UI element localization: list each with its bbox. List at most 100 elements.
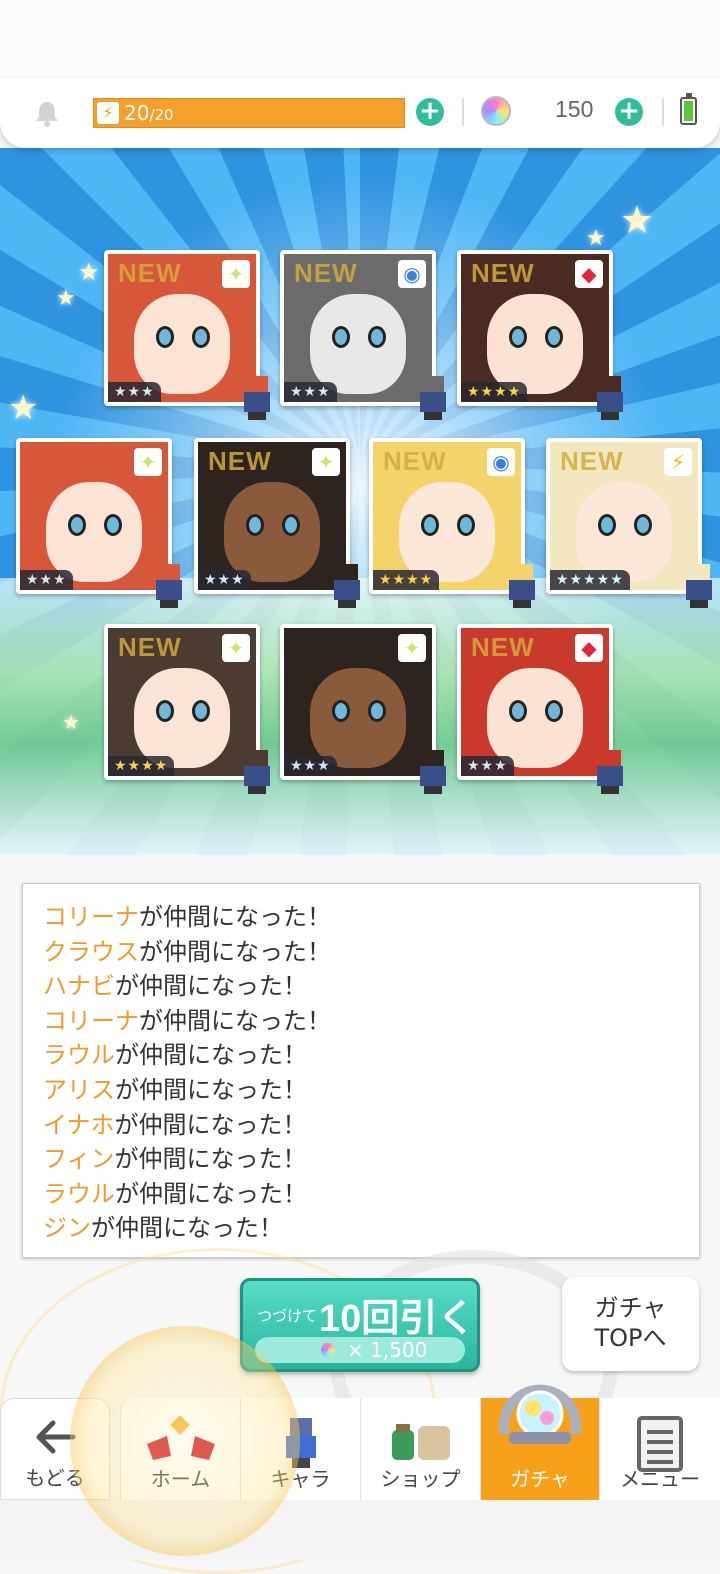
pixel-sprite <box>416 750 450 794</box>
result-card[interactable]: NEW ◉ ★★★ <box>280 250 446 420</box>
rarity-stars: ★★★★ <box>461 382 528 402</box>
result-card[interactable]: NEW ◆ ★★★ <box>457 624 623 794</box>
portrait-eye <box>246 514 264 536</box>
new-badge: NEW <box>560 446 624 476</box>
log-message: が仲間になった！ <box>139 903 331 931</box>
portrait-eye <box>545 326 563 348</box>
pixel-sprite <box>593 376 627 420</box>
rarity-stars: ★★★ <box>20 570 73 590</box>
gacha-top-button[interactable]: ガチャ TOPへ <box>562 1277 699 1371</box>
element-fire-icon: ◆ <box>575 634 603 662</box>
character-name: アリス <box>43 1076 115 1104</box>
nav-label: ホーム <box>150 1467 211 1491</box>
back-arrow-icon <box>36 1420 76 1454</box>
new-badge: NEW <box>471 632 535 662</box>
sprite-head <box>246 750 268 766</box>
portrait-eye <box>509 326 527 348</box>
nav-label: ショップ <box>380 1467 461 1491</box>
portrait-eye <box>192 700 210 722</box>
element-thunder-icon: ⚡ <box>664 448 692 476</box>
pull-10-button[interactable]: つづけて 10回引く × 1,500 <box>240 1278 480 1372</box>
new-badge: NEW <box>118 632 182 662</box>
sprite-head <box>599 750 621 766</box>
portrait-face <box>487 294 583 394</box>
shop-icon <box>391 1424 450 1460</box>
log-message: が仲間になった！ <box>114 1110 307 1139</box>
log-message: が仲間になった！ <box>115 1076 307 1104</box>
nav-home[interactable]: ホーム <box>120 1398 241 1500</box>
sprite-body <box>509 580 535 600</box>
result-card[interactable]: ✦ ★★★ <box>16 438 182 608</box>
portrait-eye <box>282 514 300 536</box>
result-card[interactable]: NEW ◆ ★★★★ <box>457 250 623 420</box>
character-portrait: NEW ⚡ ★★★★★ <box>550 442 698 590</box>
portrait-face <box>134 668 230 768</box>
element-light-icon: ✦ <box>398 634 426 662</box>
portrait-eye <box>598 514 616 536</box>
pixel-sprite <box>240 376 274 420</box>
element-light-icon: ✦ <box>222 634 250 662</box>
portrait-eye <box>368 700 386 722</box>
sprite-legs <box>160 600 178 608</box>
sprite-head <box>511 564 533 580</box>
add-stamina-button[interactable]: + <box>416 98 444 126</box>
result-log[interactable]: コリーナが仲間になった！ クラウスが仲間になった！ ハナビが仲間になった！ コリーナが… <box>22 883 700 1258</box>
portrait-face <box>134 294 230 394</box>
result-card[interactable]: ✦ ★★★ <box>280 624 446 794</box>
rarity-stars: ★★★ <box>198 570 251 590</box>
nav-character[interactable]: キャラ <box>241 1398 361 1500</box>
sparkle-star: ★ <box>56 286 76 311</box>
sprite-head <box>422 376 444 392</box>
nav-menu[interactable]: メニュー <box>600 1398 720 1500</box>
character-name: フィン <box>43 1145 115 1174</box>
new-badge: NEW <box>471 258 535 288</box>
sprite-body <box>244 766 270 786</box>
character-name: ジン <box>43 1214 91 1243</box>
pixel-sprite <box>152 564 186 608</box>
stamina-text: 20/20 <box>124 101 174 125</box>
new-badge: NEW <box>294 258 358 288</box>
portrait-eye <box>192 326 210 348</box>
rainbow-orb-icon <box>321 1343 335 1357</box>
result-card[interactable]: NEW ◉ ★★★★ <box>369 438 535 608</box>
portrait-eye <box>421 514 439 536</box>
nav-gacha[interactable]: ガチャ <box>481 1384 600 1500</box>
sprite-body <box>597 392 623 412</box>
nav-label: もどる <box>25 1466 85 1490</box>
result-card[interactable]: NEW ✦ ★★★★ <box>104 624 270 794</box>
result-card[interactable]: NEW ⚡ ★★★★★ <box>546 438 712 608</box>
portrait-face <box>224 482 320 582</box>
gacha-top-label: ガチャ <box>594 1294 667 1322</box>
sparkle-star: ★ <box>586 226 606 251</box>
portrait-eye <box>332 326 350 348</box>
sprite-head <box>599 376 621 392</box>
log-line: イナホが仲間になった！ <box>43 1108 307 1142</box>
nav-shop[interactable]: ショップ <box>361 1398 481 1500</box>
new-badge: NEW <box>383 446 447 476</box>
character-portrait: ✦ ★★★ <box>20 442 168 590</box>
portrait-eye <box>368 326 386 348</box>
character-name: コリーナ <box>43 903 139 931</box>
lightning-icon: ⚡ <box>97 102 119 124</box>
sprite-legs <box>424 412 442 420</box>
add-gems-button[interactable]: + <box>615 98 643 126</box>
divider <box>462 98 464 126</box>
sprite-legs <box>248 412 266 420</box>
pixel-sprite <box>593 750 627 794</box>
log-line: ラウルが仲間になった！ <box>43 1177 307 1211</box>
pixel-sprite <box>240 750 274 794</box>
bell-icon[interactable] <box>32 98 62 128</box>
nav-back[interactable]: もどる <box>0 1398 110 1500</box>
sparkle-star: ★ <box>78 258 100 286</box>
battery-icon <box>680 93 697 125</box>
character-name: ハナビ <box>43 972 115 1001</box>
portrait-eye <box>509 700 527 722</box>
sprite-legs <box>424 786 442 794</box>
element-light-icon: ✦ <box>134 448 162 476</box>
result-card[interactable]: NEW ✦ ★★★ <box>194 438 360 608</box>
sprite-body <box>597 766 623 786</box>
character-name: クラウス <box>43 937 139 966</box>
result-card[interactable]: NEW ✦ ★★★ <box>104 250 270 420</box>
rarity-stars: ★★★★ <box>373 570 440 590</box>
sprite-head <box>336 564 358 580</box>
